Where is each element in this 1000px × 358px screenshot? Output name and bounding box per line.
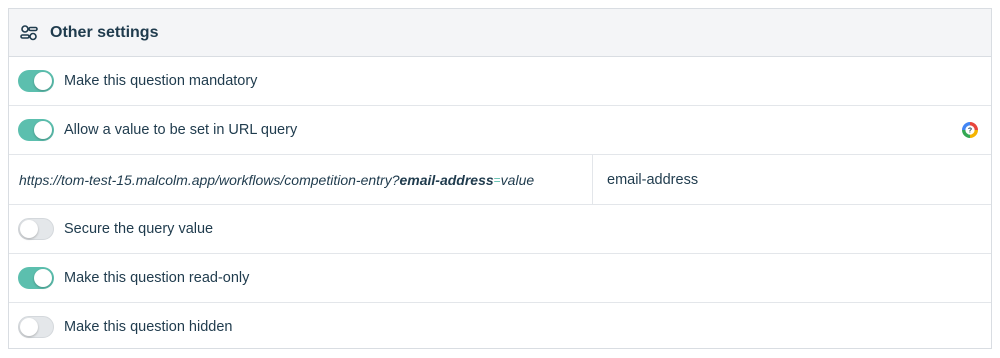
toggle-knob — [34, 121, 52, 139]
help-icon[interactable]: ? — [962, 122, 978, 138]
mandatory-label: Make this question mandatory — [64, 73, 258, 89]
query-param-input[interactable]: email-address — [593, 155, 991, 204]
settings-sliders-icon — [19, 23, 39, 43]
url-query-label: Allow a value to be set in URL query — [64, 122, 298, 138]
setting-row-hidden: Make this question hidden — [9, 303, 991, 350]
toggle-knob — [20, 220, 38, 238]
setting-row-read-only: Make this question read-only — [9, 254, 991, 303]
url-param: email-address — [399, 171, 494, 188]
url-query-row: https://tom-test-15.malcolm.app/workflow… — [9, 155, 991, 205]
setting-row-mandatory: Make this question mandatory — [9, 57, 991, 106]
hidden-label: Make this question hidden — [64, 318, 233, 335]
setting-row-url-query: Allow a value to be set in URL query ? — [9, 106, 991, 155]
panel-title: Other settings — [50, 23, 159, 41]
mandatory-toggle[interactable] — [18, 70, 54, 92]
toggle-knob — [34, 269, 52, 287]
url-query-toggle[interactable] — [18, 119, 54, 141]
url-suffix: value — [500, 171, 535, 188]
other-settings-panel: Other settings Make this question mandat… — [8, 8, 992, 349]
url-equals: = — [493, 172, 501, 187]
toggle-knob — [34, 72, 52, 90]
setting-row-secure: Secure the query value — [9, 205, 991, 254]
secure-toggle[interactable] — [18, 218, 54, 240]
toggle-knob — [20, 317, 38, 336]
url-prefix: https://tom-test-15.malcolm.app/workflow… — [19, 171, 400, 188]
panel-header: Other settings — [9, 9, 991, 57]
svg-text:?: ? — [968, 128, 972, 135]
url-preview: https://tom-test-15.malcolm.app/workflow… — [9, 155, 593, 204]
read-only-toggle[interactable] — [18, 267, 54, 289]
secure-label: Secure the query value — [64, 221, 214, 237]
hidden-toggle[interactable] — [18, 315, 54, 338]
read-only-label: Make this question read-only — [64, 270, 250, 286]
